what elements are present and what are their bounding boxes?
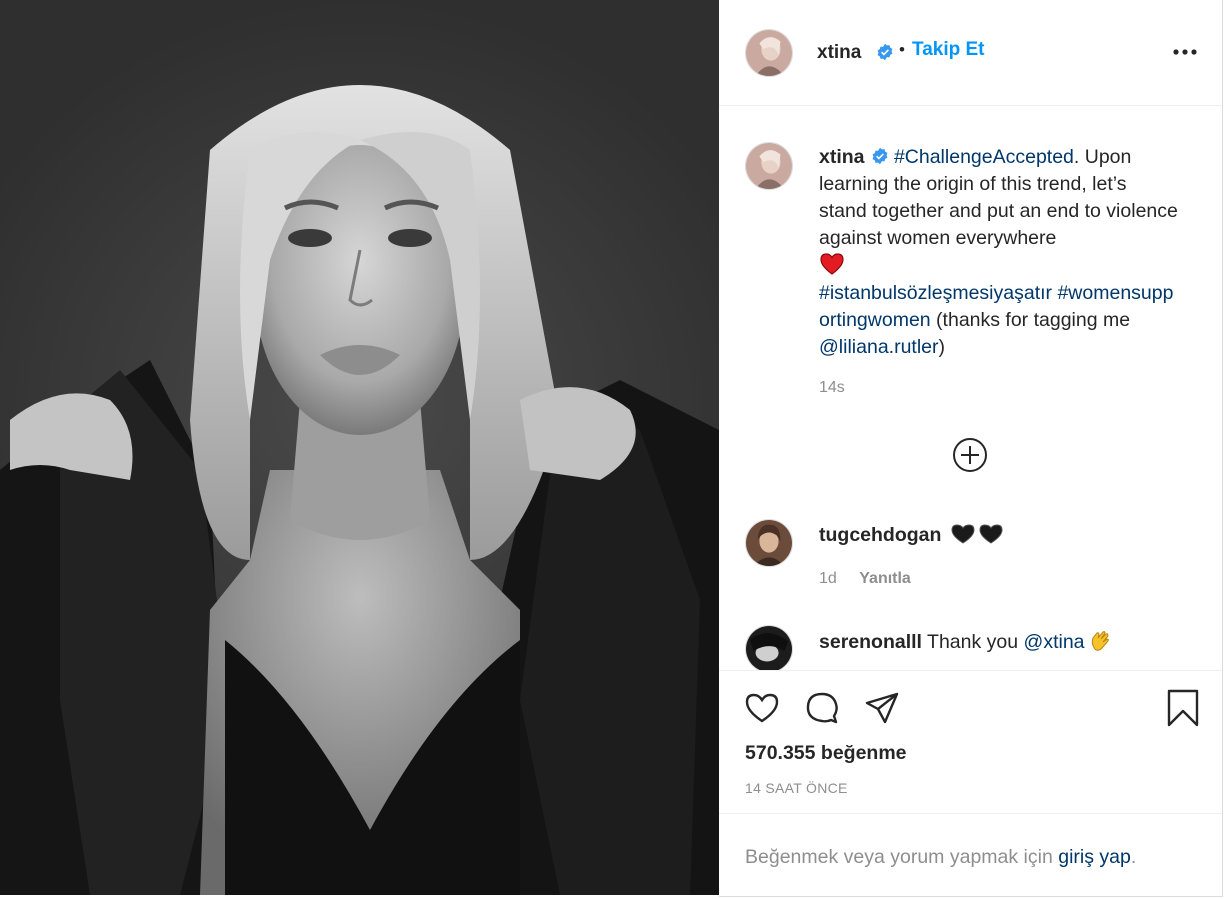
hashtag-link[interactable]: #istanbulsözleşmesiyaşatır [819,282,1052,304]
post-actions: 570.355 beğenme 14 SAAT ÖNCE [719,670,1222,813]
post-header: xtina • Takip Et [719,0,1222,106]
commenter-avatar[interactable] [745,625,793,670]
verified-badge-icon [872,147,887,165]
like-heart-icon[interactable] [743,689,781,727]
caption-avatar[interactable] [745,142,793,190]
clapping-hands-icon [1091,631,1109,651]
post-photo[interactable] [0,0,719,895]
caption-text: xtina #ChallengeAccepted. Upon learning … [819,144,1179,361]
login-prompt-lead: Beğenmek veya yorum yapmak için [745,846,1059,868]
comment-bubble-icon[interactable] [803,689,841,727]
save-bookmark-icon[interactable] [1164,689,1202,727]
comment-meta: 1d Yanıtla [819,570,911,588]
portrait-image [0,85,719,895]
login-prompt-text: Beğenmek veya yorum yapmak için giriş ya… [745,846,1136,869]
black-heart-icon [979,524,1003,544]
login-prompt: Beğenmek veya yorum yapmak için giriş ya… [719,813,1222,897]
mention-link[interactable]: @liliana.rutler [819,336,939,358]
hashtag-link[interactable]: #ChallengeAccepted [894,146,1074,168]
login-prompt-tail: . [1130,846,1137,868]
reply-button[interactable]: Yanıtla [859,570,911,587]
post-timestamp[interactable]: 14 SAAT ÖNCE [745,780,848,796]
caption-time[interactable]: 14s [819,379,845,397]
author-username[interactable]: xtina [817,42,861,64]
black-heart-icon [951,524,975,544]
comment-body: Thank you [927,631,1024,653]
follow-button[interactable]: Takip Et [912,39,985,61]
caption-username[interactable]: xtina [819,146,865,168]
caption-body: (thanks for tagging me [930,309,1131,331]
login-link[interactable]: giriş yap [1058,846,1131,868]
share-send-icon[interactable] [863,689,901,727]
post-details-panel: xtina • Takip Et xtina #ChallengeAccepte… [719,0,1223,897]
comments-list[interactable]: xtina #ChallengeAccepted. Upon learning … [719,107,1222,670]
caption-body: ) [938,336,946,358]
comment-time[interactable]: 1d [819,570,837,587]
red-heart-icon [820,253,844,275]
load-more-comments-icon[interactable] [951,436,989,474]
verified-badge-icon [877,43,893,61]
comment-text: tugcehdogan [819,523,1003,547]
commenter-avatar[interactable] [745,519,793,567]
comment-username[interactable]: tugcehdogan [819,524,941,546]
comment-username[interactable]: serenonalll [819,631,922,653]
comment-text: serenonalll Thank you @xtina [819,629,1113,654]
author-avatar[interactable] [745,29,793,77]
likes-count[interactable]: 570.355 beğenme [745,742,907,765]
mention-link[interactable]: @xtina [1024,631,1085,653]
more-options-icon[interactable] [1172,44,1198,60]
follow-separator: • [899,40,905,59]
